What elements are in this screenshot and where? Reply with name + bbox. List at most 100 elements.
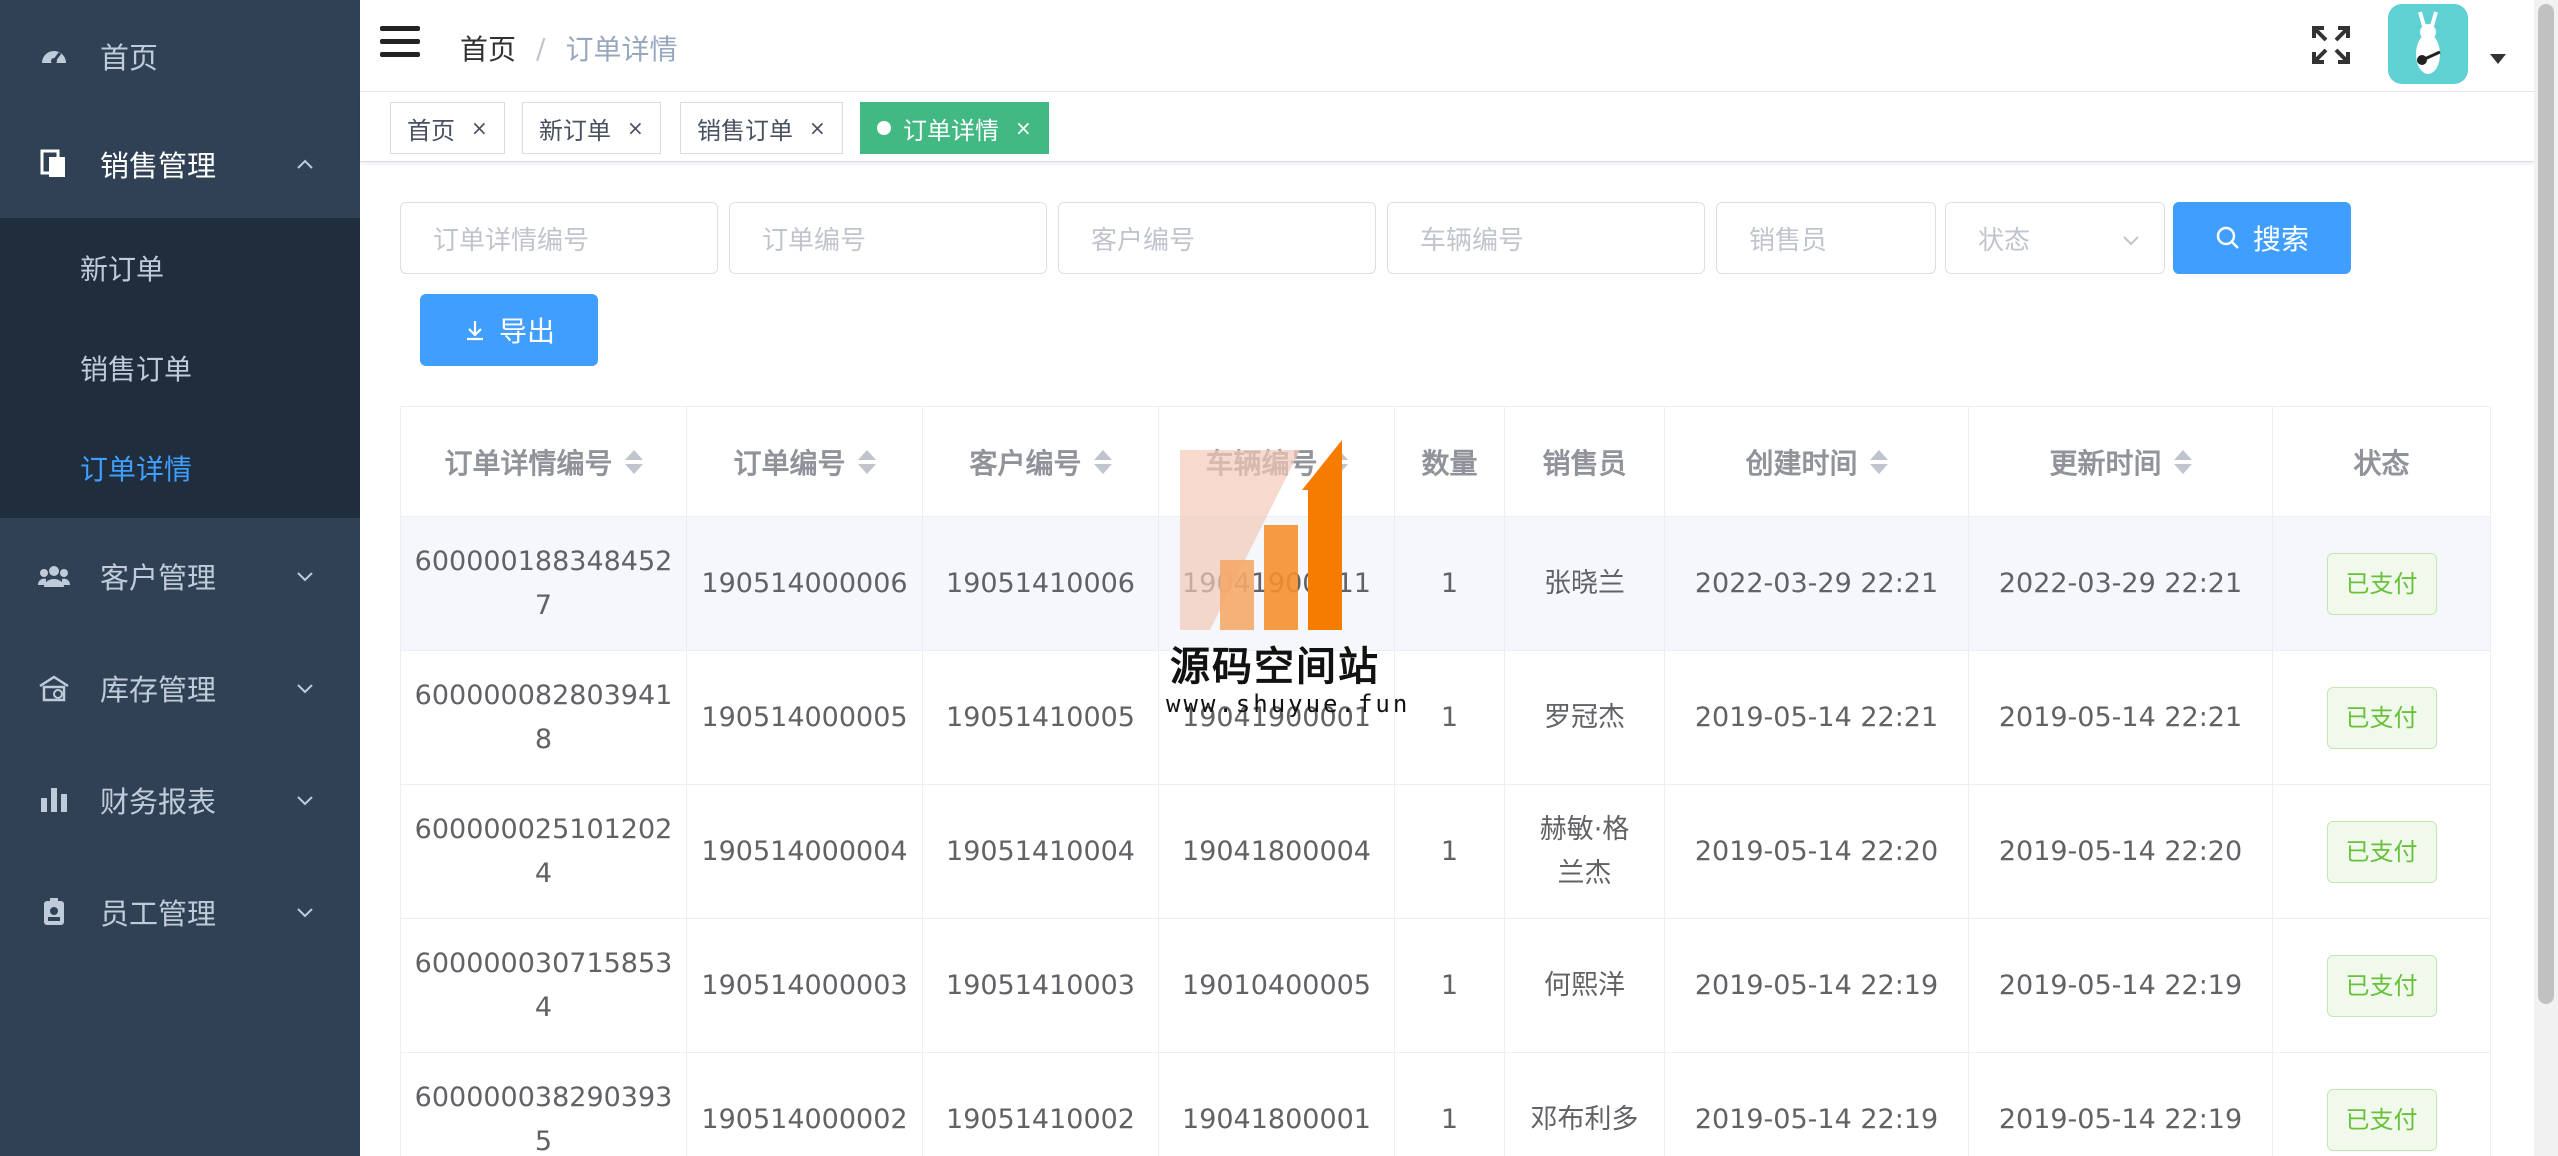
scrollbar-thumb[interactable]	[2538, 4, 2554, 1004]
sidebar-item-label: 库存管理	[100, 673, 217, 707]
sidebar-item-label: 首页	[100, 41, 159, 75]
sidebar-item-order-details[interactable]: 订单详情	[0, 418, 360, 518]
app-root: 首页 销售管理 新订单 销售订单 订单详情 客户管理 库存管理 财务报表 员工管…	[0, 0, 2558, 1156]
sidebar-item-sales[interactable]: 销售管理	[0, 108, 360, 220]
table-cell-customer: 19051410004	[923, 785, 1159, 919]
table-cell-status: 已支付	[2273, 785, 2491, 919]
sort-icon[interactable]	[857, 449, 876, 474]
status-badge: 已支付	[2326, 954, 2437, 1017]
detail-no-line2: 7	[534, 589, 553, 621]
created-text: 2019-05-14 22:19	[1694, 969, 1939, 1001]
table-cell-sales: 张晓兰	[1505, 517, 1665, 651]
created-text: 2019-05-14 22:20	[1694, 835, 1939, 867]
detail-no-line1: 600000082803941	[414, 679, 673, 711]
dashboard-icon	[38, 40, 70, 72]
sidebar-item-label: 员工管理	[100, 897, 217, 931]
qty-text: 1	[1440, 567, 1459, 599]
table-cell-order: 190514000004	[687, 785, 923, 919]
user-dropdown-caret-icon[interactable]	[2490, 54, 2506, 64]
table-header[interactable]: 客户编号	[923, 407, 1159, 517]
table-cell-updated: 2022-03-29 22:21	[1969, 517, 2273, 651]
tag-home[interactable]: 首页 ×	[390, 102, 505, 154]
sidebar-item-finance[interactable]: 财务报表	[0, 744, 360, 856]
fullscreen-icon[interactable]	[2310, 24, 2352, 66]
status-badge: 已支付	[2326, 552, 2437, 615]
table-cell-status: 已支付	[2273, 651, 2491, 785]
tag-new-order[interactable]: 新订单 ×	[522, 102, 661, 154]
tag-label: 首页	[407, 116, 455, 145]
close-icon[interactable]: ×	[627, 116, 644, 140]
table-cell-qty: 1	[1395, 1053, 1505, 1156]
search-button[interactable]: 搜索	[2173, 202, 2351, 274]
table-cell-created: 2022-03-29 22:21	[1665, 517, 1969, 651]
export-button[interactable]: 导出	[420, 294, 598, 366]
users-icon	[38, 560, 70, 592]
header-label: 客户编号	[969, 446, 1082, 480]
breadcrumb-home[interactable]: 首页	[460, 28, 516, 68]
table-cell-detail: 600000025101202 4	[401, 785, 687, 919]
table-header[interactable]: 订单编号	[687, 407, 923, 517]
vehicle-text: 19041800001	[1182, 1103, 1371, 1135]
close-icon[interactable]: ×	[809, 116, 826, 140]
search-icon	[2216, 226, 2239, 249]
table-cell-customer: 19051410005	[923, 651, 1159, 785]
vehicle-no-input[interactable]: 车辆编号	[1387, 202, 1705, 274]
sidebar-item-home[interactable]: 首页	[0, 0, 360, 112]
customer-text: 19051410002	[946, 1103, 1135, 1135]
detail-no-line2: 4	[534, 991, 553, 1023]
detail-no-line1: 600000038290393	[414, 1081, 673, 1113]
updated-text: 2022-03-29 22:21	[1998, 567, 2243, 599]
sidebar-item-customers[interactable]: 客户管理	[0, 520, 360, 632]
watermark-title: 源码空间站	[1170, 644, 1380, 690]
close-icon[interactable]: ×	[471, 116, 488, 140]
header-label: 数量	[1421, 446, 1478, 480]
sidebar-item-sales-orders[interactable]: 销售订单	[0, 318, 360, 418]
tag-label: 订单详情	[903, 116, 999, 145]
customer-no-input[interactable]: 客户编号	[1058, 202, 1376, 274]
sort-icon[interactable]	[2173, 449, 2192, 474]
table-header[interactable]: 订单详情编号	[401, 407, 687, 517]
chevron-down-icon	[2123, 236, 2139, 246]
tag-order-details[interactable]: 订单详情 ×	[860, 102, 1049, 154]
table-cell-updated: 2019-05-14 22:21	[1969, 651, 2273, 785]
tag-sales-orders[interactable]: 销售订单 ×	[680, 102, 843, 154]
status-badge: 已支付	[2326, 686, 2437, 749]
sidebar-item-inventory[interactable]: 库存管理	[0, 632, 360, 744]
sales-text: 赫敏·格兰杰	[1539, 813, 1630, 889]
sidebar-item-new-order[interactable]: 新订单	[0, 218, 360, 318]
table-cell-vehicle: 19010400005	[1159, 919, 1395, 1053]
table-header: 销售员	[1505, 407, 1665, 517]
sidebar-item-employees[interactable]: 员工管理	[0, 856, 360, 968]
close-icon[interactable]: ×	[1015, 116, 1032, 140]
breadcrumb-separator: /	[536, 31, 546, 65]
tag-label: 销售订单	[697, 116, 793, 145]
sales-text: 邓布利多	[1530, 1103, 1639, 1135]
table-cell-order: 190514000002	[687, 1053, 923, 1156]
header-label: 创建时间	[1745, 446, 1858, 480]
page-scrollbar[interactable]	[2534, 0, 2558, 1156]
warehouse-icon	[38, 672, 70, 704]
sort-icon[interactable]	[1093, 449, 1112, 474]
table-cell-updated: 2019-05-14 22:19	[1969, 1053, 2273, 1156]
detail-no-text: 600000038290393 5	[415, 1076, 673, 1156]
order-no-input[interactable]: 订单编号	[729, 202, 1047, 274]
hamburger-menu-icon[interactable]	[380, 26, 420, 62]
sort-icon[interactable]	[1869, 449, 1888, 474]
status-select[interactable]: 状态	[1945, 202, 2165, 274]
table-cell-vehicle: 19041800001	[1159, 1053, 1395, 1156]
updated-text: 2019-05-14 22:20	[1998, 835, 2243, 867]
salesperson-input[interactable]: 销售员	[1716, 202, 1936, 274]
customer-text: 19051410004	[946, 835, 1135, 867]
table-header[interactable]: 创建时间	[1665, 407, 1969, 517]
table-cell-created: 2019-05-14 22:19	[1665, 1053, 1969, 1156]
sidebar-item-label: 财务报表	[100, 785, 217, 819]
avatar[interactable]	[2388, 4, 2468, 84]
navbar: 首页 / 订单详情	[360, 0, 2534, 92]
table-header[interactable]: 更新时间	[1969, 407, 2273, 517]
order-text: 190514000003	[701, 969, 908, 1001]
table-cell-customer: 19051410003	[923, 919, 1159, 1053]
status-badge: 已支付	[2326, 820, 2437, 883]
created-text: 2022-03-29 22:21	[1694, 567, 1939, 599]
order-detail-no-input[interactable]: 订单详情编号	[400, 202, 718, 274]
sort-icon[interactable]	[624, 449, 643, 474]
